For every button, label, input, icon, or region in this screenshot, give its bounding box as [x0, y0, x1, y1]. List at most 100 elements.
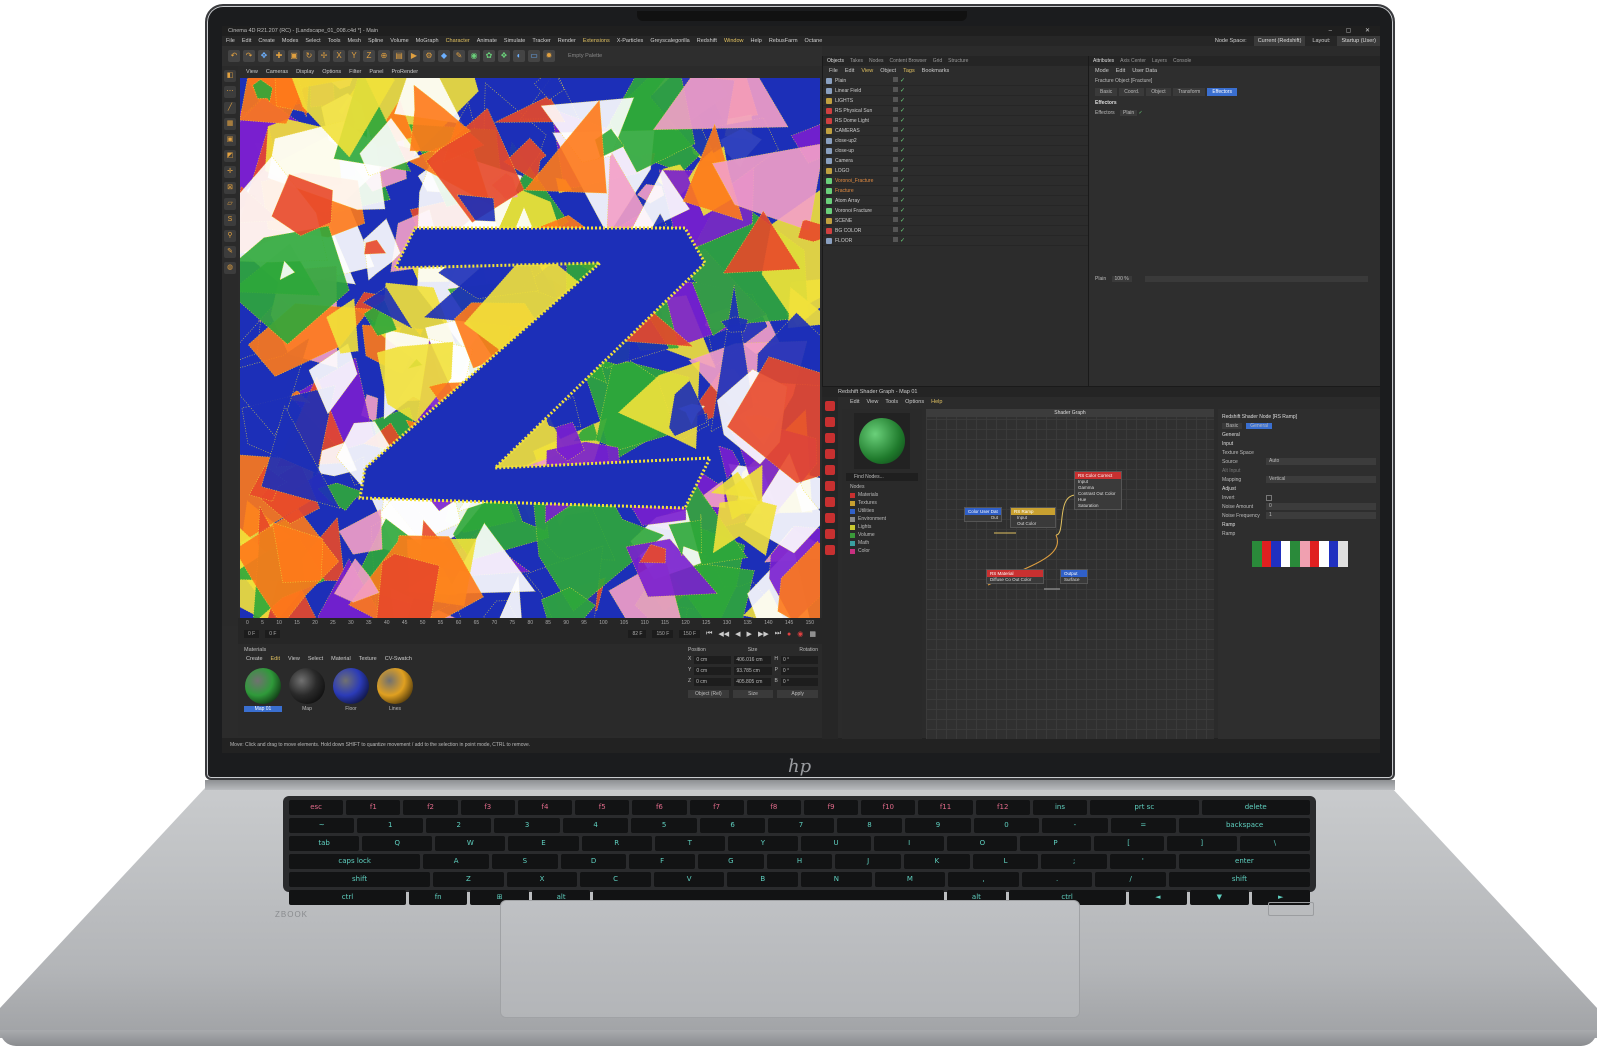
axis-mode-icon[interactable]: ✛	[224, 166, 236, 178]
menu-tools[interactable]: Tools	[328, 36, 341, 46]
utility-node-icon[interactable]	[825, 433, 835, 443]
visibility-dot-icon[interactable]	[893, 87, 898, 92]
visibility-dot-icon[interactable]	[893, 197, 898, 202]
menu-modes[interactable]: Modes	[282, 36, 299, 46]
transform-icon[interactable]: ✢	[318, 50, 330, 62]
next-key-icon[interactable]: ▶▶	[758, 630, 769, 638]
output-node[interactable]: Output Surface	[1060, 569, 1088, 584]
menu-create[interactable]: Create	[258, 36, 275, 46]
output-node-icon[interactable]	[825, 545, 835, 555]
effectors-value[interactable]: Plain	[1120, 110, 1138, 116]
menu-spline[interactable]: Spline	[368, 36, 383, 46]
rs-material-node[interactable]: RS Material Diffuse Co Out Color	[986, 569, 1044, 584]
goto-start-icon[interactable]: ⏮	[706, 630, 712, 638]
min-frame-field[interactable]: 0 F	[265, 630, 281, 638]
viewport-menu-filter[interactable]: Filter	[349, 66, 361, 78]
viewport-menu-panel[interactable]: Panel	[369, 66, 383, 78]
play-backward-icon[interactable]: ◀	[735, 630, 740, 638]
objects-menu-view[interactable]: View	[861, 66, 873, 76]
visibility-dot-icon[interactable]	[893, 107, 898, 112]
rs-ramp-node[interactable]: RS Ramp Input Out Color	[1010, 507, 1056, 528]
coord-mode-select[interactable]: Object (Rel)	[688, 690, 729, 698]
node-panel-tab-basic[interactable]: Basic	[1222, 422, 1243, 429]
paint-icon[interactable]: ✎	[224, 246, 236, 258]
enabled-check-icon[interactable]: ✓	[900, 207, 905, 214]
visibility-dot-icon[interactable]	[893, 167, 898, 172]
coord-rotation-field[interactable]: 0 °	[781, 656, 819, 664]
node-space-select[interactable]: Current (Redshift)	[1253, 36, 1306, 46]
node-category[interactable]: Utilities	[842, 507, 922, 515]
attributes-menu-user-data[interactable]: User Data	[1132, 66, 1157, 76]
enabled-check-icon[interactable]: ✓	[900, 117, 905, 124]
source-select[interactable]: Auto	[1266, 458, 1376, 465]
max-frame-field[interactable]: 150 F	[679, 630, 701, 638]
environment-node-icon[interactable]	[825, 449, 835, 459]
node-category[interactable]: Math	[842, 539, 922, 547]
select-icon[interactable]: ✥	[258, 50, 270, 62]
viewport-menu-prorender[interactable]: ProRender	[391, 66, 418, 78]
visibility-dot-icon[interactable]	[893, 227, 898, 232]
node-category[interactable]: Environment	[842, 515, 922, 523]
menu-volume[interactable]: Volume	[390, 36, 408, 46]
volume-node-icon[interactable]	[825, 481, 835, 491]
viewport-menu-view[interactable]: View	[246, 66, 258, 78]
snap-icon[interactable]: ⊠	[224, 182, 236, 194]
visibility-dot-icon[interactable]	[893, 127, 898, 132]
enabled-check-icon[interactable]: ✓	[900, 97, 905, 104]
attribute-subtab-basic[interactable]: Basic	[1095, 88, 1118, 96]
node-category[interactable]: Lights	[842, 523, 922, 531]
noise-frequency-field[interactable]: 1	[1266, 512, 1376, 519]
light-node-icon[interactable]	[825, 465, 835, 475]
objects-menu-file[interactable]: File	[829, 66, 838, 76]
record-icon[interactable]: ●	[787, 631, 791, 638]
rotate-icon[interactable]: ↻	[303, 50, 315, 62]
node-port[interactable]: Surface	[1061, 577, 1087, 583]
object-row[interactable]: LOGO ✓	[823, 166, 1088, 176]
menu-character[interactable]: Character	[446, 36, 470, 46]
texture-mode-icon[interactable]: ◩	[224, 150, 236, 162]
rs-color-correct-node[interactable]: RS Color Correct Input Gamma Contrast Out …	[1074, 471, 1122, 510]
deformer-icon[interactable]: ❖	[498, 50, 510, 62]
ramp-stop[interactable]	[1309, 541, 1320, 567]
coord-system-icon[interactable]: ⊕	[378, 50, 390, 62]
ramp-stop[interactable]	[1338, 541, 1348, 567]
invert-checkbox[interactable]	[1266, 494, 1272, 501]
menu-rebusfarm[interactable]: RebusFarm	[769, 36, 798, 46]
materials-menu-view[interactable]: View	[288, 656, 300, 662]
shader-menu-tools[interactable]: Tools	[885, 397, 898, 407]
object-row[interactable]: RS Physical Sun ✓	[823, 106, 1088, 116]
objects-menu-bookmarks[interactable]: Bookmarks	[922, 66, 950, 76]
render-icon[interactable]: ▶	[408, 50, 420, 62]
menu-x-particles[interactable]: X-Particles	[617, 36, 644, 46]
apply-button[interactable]: Apply	[777, 690, 819, 698]
enabled-check-icon[interactable]: ✓	[900, 157, 905, 164]
current-frame-field[interactable]: 82 F	[628, 630, 647, 638]
redo-icon[interactable]: ↷	[243, 50, 255, 62]
timeline-ruler[interactable]: 0 5 10 15 20 25 30 35 40 45 50 55 60 65 70 75 80 85 90 95 10…	[238, 618, 822, 628]
menu-mesh[interactable]: Mesh	[348, 36, 361, 46]
materials-menu-select[interactable]: Select	[308, 656, 323, 662]
object-row[interactable]: FLOOR ✓	[823, 236, 1088, 246]
lock-icon[interactable]: ⚲	[224, 230, 236, 242]
enabled-check-icon[interactable]: ✓	[900, 127, 905, 134]
scene-icon[interactable]: ◐	[513, 50, 525, 62]
coord-size-field[interactable]: 405.805 cm	[734, 678, 772, 686]
object-row[interactable]: BG COLOR ✓	[823, 226, 1088, 236]
plain-value[interactable]: 100 %	[1111, 276, 1132, 282]
edges-mode-icon[interactable]: ╱	[224, 102, 236, 114]
visibility-dot-icon[interactable]	[893, 77, 898, 82]
play-icon[interactable]: ▶	[747, 630, 752, 638]
enabled-check-icon[interactable]: ✓	[900, 147, 905, 154]
objects-menu-object[interactable]: Object	[880, 66, 896, 76]
menu-file[interactable]: File	[226, 36, 235, 46]
size-mode-select[interactable]: Size	[732, 690, 774, 698]
ramp-stop[interactable]	[1328, 541, 1339, 567]
attributes-tab-attributes[interactable]: Attributes	[1093, 56, 1114, 66]
attributes-tab-console[interactable]: Console	[1173, 56, 1191, 66]
visibility-dot-icon[interactable]	[893, 177, 898, 182]
undo-icon[interactable]: ↶	[228, 50, 240, 62]
window-controls[interactable]: – ▢ ✕	[1329, 26, 1376, 36]
attributes-menu-mode[interactable]: Mode	[1095, 66, 1109, 76]
menu-animate[interactable]: Animate	[477, 36, 497, 46]
object-row[interactable]: close-up2 ✓	[823, 136, 1088, 146]
